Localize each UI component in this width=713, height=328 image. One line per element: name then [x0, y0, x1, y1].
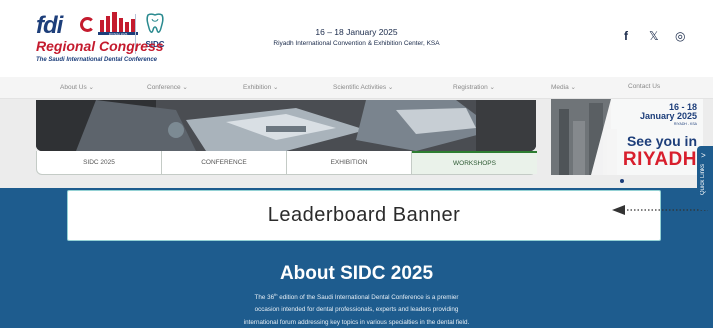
side-ad-banner[interactable]: 16 - 18 January 2025 RIYADH - KSA See yo…: [551, 99, 703, 175]
nav-item-exhibition[interactable]: Exhibition ⌄: [243, 83, 278, 91]
about-text-line-3: international forum addressing key topic…: [243, 319, 470, 326]
nav-item-media[interactable]: Media ⌄: [551, 83, 576, 91]
main-nav: About Us ⌄ Conference ⌄ Exhibition ⌄ Sci…: [0, 77, 713, 99]
site-header: fdi RIYADH 2025 SIDC Regional Congress T…: [0, 0, 713, 77]
tab-conference[interactable]: CONFERENCE: [162, 151, 287, 174]
tab-workshops[interactable]: WORKSHOPS: [412, 151, 537, 174]
tab-exhibition[interactable]: EXHIBITION: [287, 151, 412, 174]
carousel-dot[interactable]: [620, 179, 624, 183]
x-icon[interactable]: 𝕏: [649, 30, 659, 42]
nav-item-scientific-activities[interactable]: Scientific Activities ⌄: [333, 83, 393, 91]
about-text-line-2: occasion intended for dental professiona…: [254, 306, 459, 313]
logo-tagline: The Saudi International Dental Conferenc…: [36, 57, 158, 63]
ad-city: RIYADH: [622, 149, 697, 170]
leaderboard-banner[interactable]: Leaderboard Banner: [67, 190, 661, 241]
nav-item-registration[interactable]: Registration ⌄: [453, 83, 495, 91]
nav-item-conference[interactable]: Conference ⌄: [147, 83, 188, 91]
hero-photo-illustration: [36, 100, 536, 151]
ad-location: RIYADH - KSA: [673, 122, 697, 126]
facebook-icon[interactable]: f: [624, 30, 628, 42]
nav-item-about-us[interactable]: About Us ⌄: [60, 83, 94, 91]
chevron-right-icon: >: [701, 151, 706, 160]
about-text-line-1: The 36th edition of the Saudi Internatio…: [0, 292, 713, 301]
pointer-arrow-icon: [612, 205, 708, 215]
fdi-sidc-logo[interactable]: fdi RIYADH 2025 SIDC Regional Congress T…: [36, 10, 196, 68]
hero-image: [36, 100, 536, 151]
quick-links-tab[interactable]: > Quick Links: [697, 146, 713, 210]
about-line1-pre: The 36: [254, 294, 275, 302]
nav-item-contact-us[interactable]: Contact Us: [628, 83, 660, 90]
ad-date-month: January 2025: [639, 111, 697, 121]
about-title: About SIDC 2025: [279, 263, 434, 284]
quick-links-label: Quick Links: [700, 164, 706, 196]
section-tabs: SIDC 2025 CONFERENCE EXHIBITION WORKSHOP…: [36, 151, 537, 175]
ad-see-you-in: See you in: [626, 133, 697, 149]
instagram-icon[interactable]: ◎: [675, 30, 685, 42]
event-venue: Riyadh International Convention & Exhibi…: [273, 40, 440, 47]
event-date: 16 – 18 January 2025: [315, 27, 398, 37]
tab-sidc-2025[interactable]: SIDC 2025: [37, 151, 162, 174]
about-line1-post: edition of the Saudi International Denta…: [277, 294, 459, 302]
